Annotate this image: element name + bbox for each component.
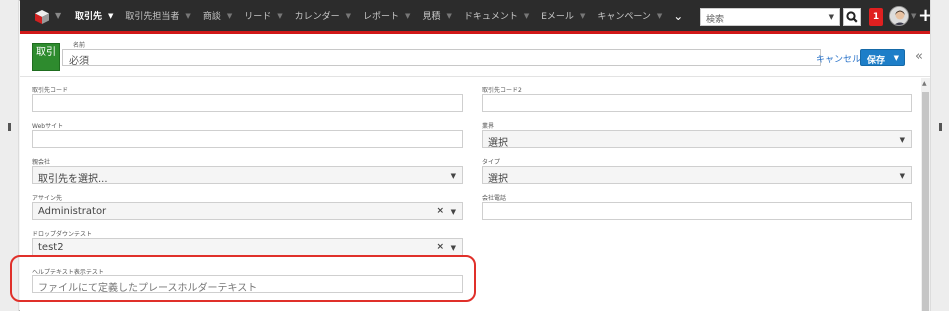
field-label: 取引先コード (32, 87, 69, 94)
right-gutter (930, 0, 949, 311)
chevron-down-icon[interactable]: ▼ (911, 12, 916, 20)
chevron-down-icon[interactable]: ▼ (451, 172, 456, 180)
field-label: 取引先コード2 (482, 87, 522, 94)
gutter-marker (939, 123, 942, 131)
nav-item-label: リード (244, 12, 272, 22)
chevron-down-icon[interactable]: ▼ (900, 136, 905, 144)
form-scrollbar[interactable]: ▲ (921, 78, 930, 311)
chevron-down-icon[interactable]: ▼ (894, 54, 899, 62)
user-avatar-icon (890, 7, 908, 25)
company-phone-input[interactable] (482, 202, 912, 220)
chevron-down-icon[interactable]: ▼ (446, 12, 451, 20)
account-code-2-input[interactable] (482, 94, 912, 112)
nav-item-opportunities[interactable]: 商談 ▼ (198, 0, 239, 31)
chevron-down-icon[interactable]: ▼ (405, 12, 410, 20)
nav-item-documents[interactable]: ドキュメント ▼ (459, 0, 536, 31)
clear-icon[interactable]: × (436, 242, 444, 252)
nav-item-campaigns[interactable]: キャンペーン ▼ (592, 0, 669, 31)
chevron-down-icon[interactable]: ▼ (580, 12, 585, 20)
select-value: Administrator (38, 206, 107, 217)
assigned-to-select[interactable]: Administrator × ▼ (32, 202, 463, 220)
name-input[interactable]: 必須 (62, 49, 821, 67)
nav-item-quotes[interactable]: 見積 ▼ (417, 0, 458, 31)
notification-badge[interactable]: 1 (869, 8, 883, 26)
field-label: ドロップダウンテスト (32, 231, 93, 238)
nav-item-reports[interactable]: レポート ▼ (358, 0, 417, 31)
nav-item-label: 商談 (202, 12, 221, 22)
select-value: 選択 (488, 174, 508, 184)
field-label: 業界 (482, 123, 495, 130)
nav-item-calendar[interactable]: カレンダー ▼ (290, 0, 358, 31)
more-menu-chevron-icon[interactable]: ⌄ (673, 0, 683, 31)
parent-account-select[interactable]: 取引先を選択... ▼ (32, 166, 463, 184)
search-button[interactable] (843, 8, 861, 26)
nav-item-label: Eメール (541, 12, 574, 22)
type-select[interactable]: 選択 ▼ (482, 166, 912, 184)
nav-item-label: カレンダー (294, 12, 340, 22)
chevron-down-icon[interactable]: ▼ (108, 12, 113, 20)
chevron-down-icon[interactable]: ▼ (451, 208, 456, 216)
nav-item-contacts[interactable]: 取引先担当者 ▼ (120, 0, 197, 31)
gutter-marker (8, 123, 11, 131)
dropdown-test-select[interactable]: test2 × ▼ (32, 238, 463, 256)
account-code-input[interactable] (32, 94, 463, 112)
nav-item-label: ドキュメント (463, 12, 518, 22)
chevron-down-icon[interactable]: ▼ (185, 12, 190, 20)
select-value: 取引先を選択... (38, 174, 108, 184)
field-label: 親会社 (32, 159, 51, 166)
nav-menu: 取引先 ▼ 取引先担当者 ▼ 商談 ▼ リード ▼ カレンダー ▼ レポート ▼ 見積 ▼ ド… (70, 0, 683, 31)
nav-item-label: 取引先 (75, 12, 103, 22)
highlight-annotation (10, 255, 476, 302)
name-label: 名前 (73, 42, 86, 49)
field-label: アサイン先 (32, 195, 63, 202)
record-header: 取引 名前 必須 キャンセル 保存 ▼ « (20, 37, 930, 77)
field-label: Webサイト (32, 123, 64, 130)
nav-item-leads[interactable]: リード ▼ (239, 0, 289, 31)
logo-cube-icon[interactable] (35, 10, 49, 24)
chevron-down-icon[interactable]: ▼ (55, 11, 61, 20)
nav-item-label: 見積 (422, 12, 441, 22)
scroll-up-icon[interactable]: ▲ (922, 80, 927, 87)
clear-icon[interactable]: × (436, 206, 444, 216)
field-label: 会社電話 (482, 195, 507, 202)
cancel-button[interactable]: キャンセル (816, 52, 861, 65)
chevron-down-icon[interactable]: ▼ (277, 12, 282, 20)
scrollbar-thumb[interactable] (922, 92, 929, 311)
chevron-down-icon[interactable]: ▼ (451, 244, 456, 252)
select-value: 選択 (488, 138, 508, 148)
module-badge: 取引 (32, 43, 60, 71)
save-button[interactable]: 保存 ▼ (860, 49, 905, 66)
nav-item-label: 取引先担当者 (125, 12, 180, 22)
nav-item-emails[interactable]: Eメール ▼ (536, 0, 592, 31)
top-nav: ▼ 取引先 ▼ 取引先担当者 ▼ 商談 ▼ リード ▼ カレンダー ▼ レポート ▼ 見積 ▼… (20, 0, 930, 34)
plus-icon[interactable]: + (918, 6, 930, 26)
nav-item-accounts[interactable]: 取引先 ▼ (70, 0, 120, 31)
chevron-down-icon[interactable]: ▼ (657, 12, 662, 20)
chevron-down-icon[interactable]: ▼ (227, 12, 232, 20)
chevron-down-icon[interactable]: ▼ (900, 172, 905, 180)
name-placeholder: 必須 (69, 56, 89, 67)
industry-select[interactable]: 選択 ▼ (482, 130, 912, 148)
search-icon (846, 11, 858, 23)
avatar[interactable] (889, 6, 909, 26)
collapse-icon[interactable]: « (915, 49, 923, 64)
save-label: 保存 (867, 56, 886, 66)
chevron-down-icon[interactable]: ▼ (829, 13, 834, 21)
field-label: タイプ (482, 159, 501, 166)
select-value: test2 (38, 242, 64, 253)
global-search-input[interactable]: 検索 ▼ (700, 8, 840, 26)
nav-item-label: レポート (363, 12, 400, 22)
nav-item-label: キャンペーン (597, 12, 651, 22)
search-placeholder: 検索 (706, 15, 725, 25)
chevron-down-icon[interactable]: ▼ (524, 12, 529, 20)
website-input[interactable] (32, 130, 463, 148)
chevron-down-icon[interactable]: ▼ (346, 12, 351, 20)
